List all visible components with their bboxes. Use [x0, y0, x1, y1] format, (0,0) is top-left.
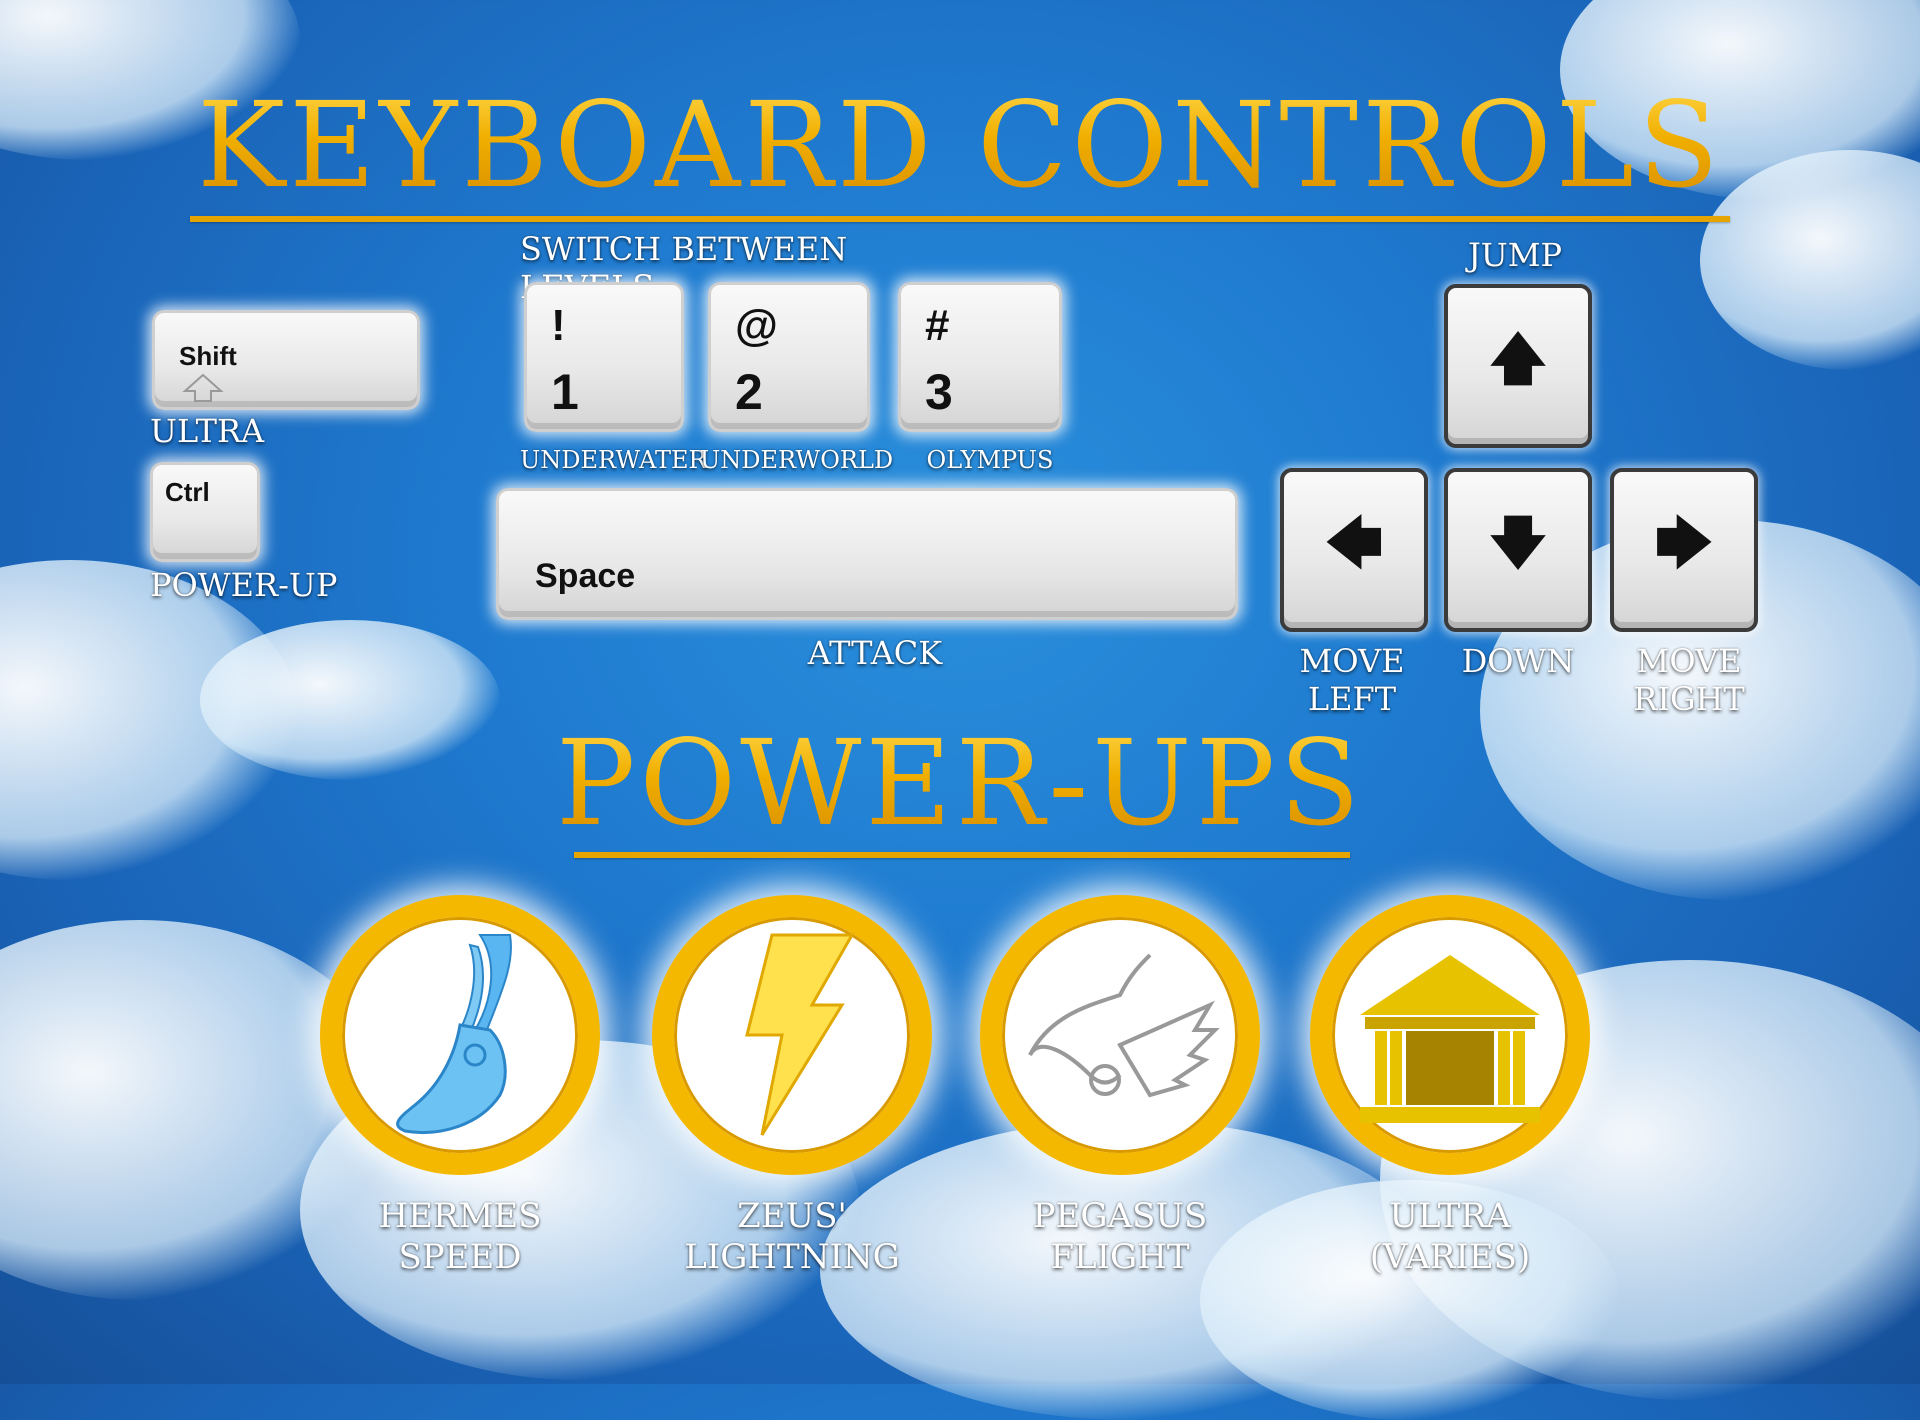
- arrow-down-icon: 🡇: [1489, 510, 1547, 574]
- ultra-line1: ULTRA: [1389, 1196, 1511, 1236]
- jump-label: JUMP: [1467, 236, 1563, 274]
- arrow-left-icon: 🡄: [1325, 510, 1383, 574]
- arrow-up-key[interactable]: 🡅: [1444, 284, 1592, 448]
- winged-sandal-icon: [396, 934, 512, 1134]
- key-2-top: @: [735, 301, 778, 350]
- keyboard-controls-title: KEYBOARD CONTROLS: [0, 80, 1920, 210]
- hermes-line2: SPEED: [398, 1236, 522, 1277]
- pegasus-icon: [1028, 953, 1220, 1098]
- key-3-top: #: [925, 301, 950, 350]
- hermes-line1: HERMES: [378, 1196, 542, 1236]
- zeus-lightning-label: ZEUS' LIGHTNING: [652, 1196, 932, 1278]
- power-ups-underline: [574, 852, 1350, 858]
- key-1-bottom: 1: [551, 364, 579, 420]
- keyboard-controls-underline: [190, 216, 1730, 222]
- ultra-varies-label: ULTRA (VARIES): [1320, 1196, 1580, 1278]
- ultra-line2: (VARIES): [1369, 1236, 1531, 1277]
- pegasus-line2: FLIGHT: [1050, 1236, 1190, 1277]
- hermes-speed-badge: [320, 895, 600, 1175]
- olympus-label: OLYMPUS: [926, 446, 1054, 474]
- underwater-label: UNDERWATER: [520, 446, 707, 474]
- down-label: DOWN: [1461, 642, 1575, 680]
- attack-label: ATTACK: [807, 634, 943, 672]
- key-3-bottom: 3: [925, 364, 953, 420]
- arrow-right-key[interactable]: 🡆: [1610, 468, 1758, 632]
- move-left-label: MOVE LEFT: [1270, 642, 1434, 719]
- power-ups-title: POWER-UPS: [0, 718, 1920, 848]
- ultra-badge: [1310, 895, 1590, 1175]
- move-left-line1: MOVE: [1299, 642, 1405, 680]
- key-1[interactable]: ! 1: [524, 282, 684, 432]
- pegasus-line1: PEGASUS: [1032, 1196, 1208, 1236]
- arrow-right-icon: 🡆: [1655, 510, 1713, 574]
- ultra-key-label: ULTRA: [150, 412, 265, 450]
- power-up-key-label: POWER-UP: [150, 566, 338, 604]
- ctrl-key[interactable]: Ctrl: [150, 462, 260, 562]
- key-1-top: !: [551, 301, 566, 350]
- arrow-down-key[interactable]: 🡇: [1444, 468, 1592, 632]
- move-right-label: MOVE RIGHT: [1604, 642, 1774, 719]
- key-2-bottom: 2: [735, 364, 763, 420]
- key-3[interactable]: # 3: [898, 282, 1062, 432]
- shift-key[interactable]: Shift: [152, 310, 420, 410]
- space-key[interactable]: Space: [496, 488, 1238, 620]
- arrow-up-icon: 🡅: [1489, 326, 1547, 390]
- key-2[interactable]: @ 2: [708, 282, 870, 432]
- zeus-line2: LIGHTNING: [684, 1236, 900, 1277]
- ctrl-key-label: Ctrl: [165, 477, 210, 507]
- hermes-speed-label: HERMES SPEED: [330, 1196, 590, 1278]
- pegasus-flight-label: PEGASUS FLIGHT: [990, 1196, 1250, 1278]
- zeus-lightning-badge: [652, 895, 932, 1175]
- lightning-bolt-icon: [745, 933, 855, 1136]
- zeus-line1: ZEUS': [737, 1196, 847, 1236]
- shift-arrow-icon: [182, 373, 224, 402]
- temple-icon: [1360, 955, 1540, 1123]
- move-right-line1: MOVE: [1636, 642, 1742, 680]
- shift-key-label: Shift: [179, 341, 237, 371]
- move-right-line2: RIGHT: [1633, 680, 1745, 719]
- underworld-label: UNDERWORLD: [700, 446, 894, 474]
- arrow-left-key[interactable]: 🡄: [1280, 468, 1428, 632]
- pegasus-flight-badge: [980, 895, 1260, 1175]
- space-key-label: Space: [535, 557, 636, 595]
